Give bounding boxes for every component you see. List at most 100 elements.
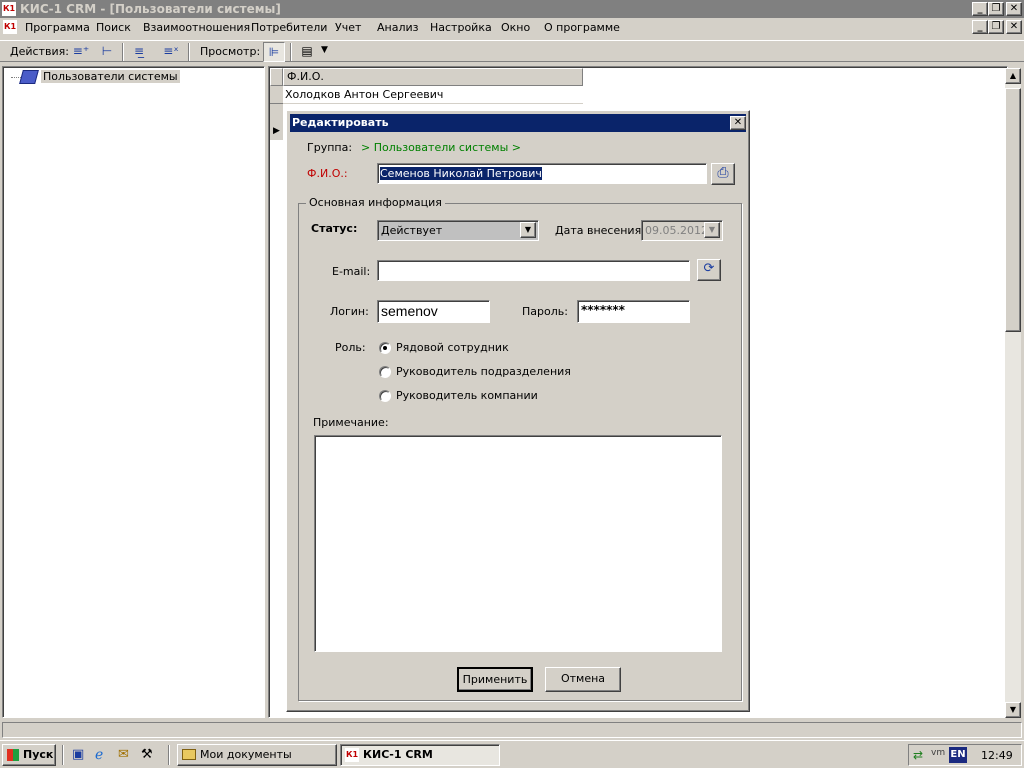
vertical-scrollbar[interactable]: ▲ ▼ — [1005, 68, 1021, 718]
role-option-company-head[interactable]: Руководитель компании — [396, 389, 538, 402]
network-icon[interactable]: ⇄ — [913, 748, 923, 762]
date-chevron-down-icon: ▼ — [704, 222, 720, 238]
tree-panel: Пользователи системы — [2, 66, 265, 718]
dialog-title: Редактировать — [292, 116, 389, 129]
list-view-icon[interactable]: ▤ — [296, 42, 318, 62]
outlook-express-icon[interactable]: ✉ — [118, 747, 134, 763]
status-select[interactable]: Действует ▼ — [377, 220, 539, 241]
actions-label: Действия: — [10, 45, 69, 58]
role-option-department-head[interactable]: Руководитель подразделения — [396, 365, 571, 378]
task-my-documents[interactable]: Мои документы — [177, 744, 337, 766]
task-crm[interactable]: К1 КИС-1 CRM — [340, 744, 500, 766]
menu-accounting[interactable]: Учет — [335, 21, 361, 34]
login-label: Логин: — [330, 305, 369, 318]
window-title: КИС-1 CRM - [Пользователи системы] — [20, 2, 281, 16]
scroll-up-icon[interactable]: ▲ — [1005, 68, 1021, 84]
print-icon[interactable]: ⎙ — [711, 163, 735, 185]
row-header[interactable] — [270, 86, 283, 104]
email-label: E-mail: — [332, 265, 371, 278]
group-path-link[interactable]: > Пользователи системы > — [361, 141, 521, 154]
tree-item-users[interactable]: Пользователи системы — [41, 70, 180, 83]
note-textarea[interactable] — [314, 435, 722, 652]
menu-bar: К1 Программа Поиск Взаимоотношения Потре… — [0, 18, 1024, 38]
login-field-value: semenov — [381, 303, 438, 319]
table-row[interactable]: Холодков Антон Сергеевич — [283, 86, 583, 104]
role-label: Роль: — [335, 341, 366, 354]
password-label: Пароль: — [522, 305, 568, 318]
internet-explorer-icon[interactable]: ℯ — [95, 747, 111, 763]
clock: 12:49 — [981, 749, 1013, 762]
minimize-button[interactable]: _ — [972, 2, 988, 16]
role-radio-department-head[interactable] — [379, 366, 391, 378]
fio-field[interactable]: Семенов Николай Петрович — [377, 163, 707, 184]
quicklaunch-app-icon[interactable]: ⚒ — [141, 747, 157, 763]
menu-search[interactable]: Поиск — [96, 21, 131, 34]
folder-icon — [19, 70, 39, 84]
close-button[interactable]: ✕ — [1006, 2, 1022, 16]
edit-dialog: Редактировать ✕ Группа: > Пользователи с… — [286, 110, 750, 712]
task-crm-label: КИС-1 CRM — [363, 748, 433, 761]
folder-icon — [182, 749, 196, 760]
vmware-icon[interactable]: vm — [931, 748, 945, 758]
app-icon: К1 — [2, 2, 16, 16]
system-tray: ⇄ vm EN 12:49 — [908, 744, 1022, 766]
language-indicator[interactable]: EN — [949, 747, 967, 763]
status-label: Статус: — [311, 222, 358, 235]
date-field-value: 09.05.2012 — [645, 224, 708, 237]
mdi-close-button[interactable]: ✕ — [1006, 20, 1022, 34]
mdi-restore-button[interactable]: ❐ — [988, 20, 1004, 34]
start-button[interactable]: Пуск — [2, 744, 56, 766]
fio-field-value: Семенов Николай Петрович — [380, 167, 542, 180]
section-title: Основная информация — [306, 196, 445, 209]
role-radio-employee[interactable] — [379, 342, 391, 354]
column-header-fio[interactable]: Ф.И.О. — [283, 68, 583, 86]
main-title-bar: К1 КИС-1 CRM - [Пользователи системы] _ … — [0, 0, 1024, 18]
current-row-indicator-icon: ▶ — [270, 122, 283, 140]
menu-window[interactable]: Окно — [501, 21, 530, 34]
delete-item-icon[interactable]: ≡ˣ — [160, 42, 182, 62]
chevron-down-icon[interactable]: ▼ — [520, 222, 536, 238]
task-my-documents-label: Мои документы — [200, 748, 292, 761]
mdi-minimize-button[interactable]: _ — [972, 20, 988, 34]
restore-button[interactable]: ❐ — [988, 2, 1004, 16]
tree-view-icon[interactable]: ⊫ — [263, 42, 285, 62]
dialog-close-button[interactable]: ✕ — [730, 116, 746, 130]
menu-program[interactable]: Программа — [25, 21, 90, 34]
show-desktop-icon[interactable]: ▣ — [72, 747, 88, 763]
scroll-down-icon[interactable]: ▼ — [1005, 702, 1021, 718]
group-label: Группа: — [307, 141, 353, 154]
password-field[interactable]: ******* — [577, 300, 690, 323]
toolbar: Действия: ≡⁺ ⊢ ≡̲ ≡ˣ Просмотр: ⊫ ▤ ▼ — [0, 40, 1024, 62]
taskbar: Пуск ▣ ℯ ✉ ⚒ Мои документы К1 КИС-1 CRM … — [0, 740, 1024, 768]
password-field-value: ******* — [581, 303, 625, 317]
role-option-employee[interactable]: Рядовой сотрудник — [396, 341, 509, 354]
mdi-app-icon: К1 — [3, 20, 17, 34]
view-label: Просмотр: — [200, 45, 261, 58]
start-label: Пуск — [23, 748, 54, 761]
menu-analysis[interactable]: Анализ — [377, 21, 419, 34]
windows-logo-icon — [7, 749, 19, 761]
dialog-title-bar: Редактировать — [290, 114, 746, 132]
status-select-value: Действует — [381, 224, 443, 237]
login-field[interactable]: semenov — [377, 300, 490, 323]
send-mail-icon[interactable]: ⟳ — [697, 259, 721, 281]
email-field[interactable] — [377, 260, 690, 281]
role-radio-company-head[interactable] — [379, 390, 391, 402]
crm-app-icon: К1 — [345, 748, 359, 762]
note-label: Примечание: — [313, 416, 389, 429]
edit-item-icon[interactable]: ≡̲ — [128, 42, 150, 62]
menu-about[interactable]: О программе — [544, 21, 620, 34]
add-item-icon[interactable]: ≡⁺ — [70, 42, 92, 62]
add-subitem-icon[interactable]: ⊢ — [96, 42, 118, 62]
menu-consumers[interactable]: Потребители — [251, 21, 327, 34]
view-dropdown-arrow-icon[interactable]: ▼ — [321, 45, 328, 55]
scroll-thumb[interactable] — [1005, 88, 1021, 332]
row-header-2[interactable] — [270, 104, 283, 122]
menu-settings[interactable]: Настройка — [430, 21, 492, 34]
date-label: Дата внесения: — [555, 224, 645, 237]
cancel-button[interactable]: Отмена — [545, 667, 621, 692]
status-bar — [2, 722, 1022, 738]
menu-relations[interactable]: Взаимоотношения — [143, 21, 250, 34]
fio-label: Ф.И.О.: — [307, 167, 348, 180]
apply-button[interactable]: Применить — [457, 667, 533, 692]
